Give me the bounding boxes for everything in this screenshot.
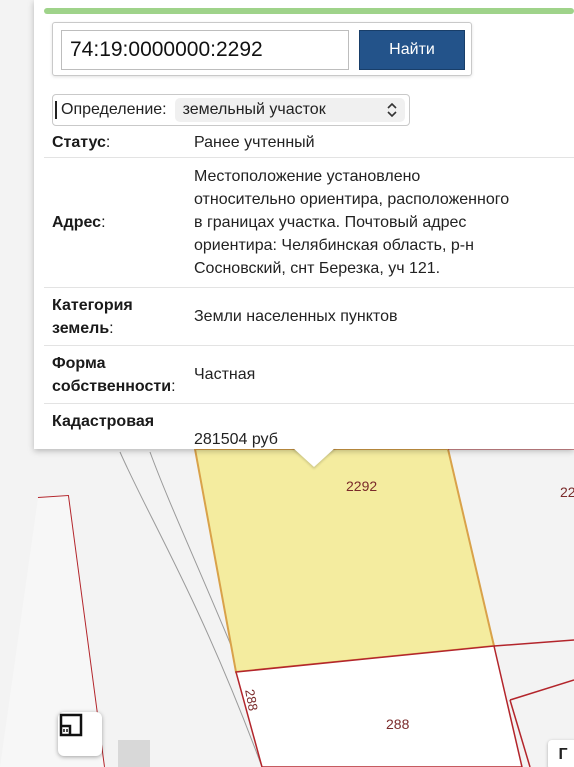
cadastral-number-input[interactable] [61, 30, 349, 70]
category-value: Земли населенных пунктов [194, 308, 398, 325]
definition-row: Определение: земельный участок [52, 94, 410, 126]
address-line: в границах участка. Почтовый адрес [194, 214, 467, 231]
definition-selected-value: земельный участок [182, 101, 326, 118]
address-key: Адрес [52, 214, 102, 231]
parcel-info-popup: Найти Определение: земельный участок Ста… [34, 0, 574, 449]
ownership-key-line1: Форма [52, 354, 106, 372]
parcel-2292 [193, 448, 496, 674]
info-row-cadastral-value: Кадастровая 281504 руб [44, 404, 574, 449]
corner-tool-button[interactable]: Г [548, 740, 574, 767]
measure-tool-button[interactable] [58, 712, 102, 756]
neighbor-parcel-label: 22 [560, 484, 574, 500]
address-line: Местоположение установлено [194, 168, 421, 185]
info-row-status: Статус: Ранее учтенный [44, 128, 574, 158]
find-button[interactable]: Найти [359, 30, 465, 70]
popup-pointer [292, 447, 336, 467]
info-row-ownership: Форма собственности: Частная [44, 346, 574, 404]
top-accent-bar [44, 8, 574, 14]
lower-parcel-label: 288 [386, 716, 410, 732]
ownership-key-line2: собственности [52, 377, 172, 395]
category-key-line2: земель [52, 319, 110, 337]
parcel-number-label: 2292 [346, 478, 378, 494]
cadastral-key: Кадастровая [52, 413, 155, 430]
chevron-updown-icon [387, 103, 397, 117]
search-panel: Найти [52, 22, 472, 76]
info-row-address: Адрес: Местоположение установлено относи… [44, 158, 574, 288]
address-value: Местоположение установлено относительно … [194, 164, 574, 281]
address-line: относительно ориентира, расположенного [194, 191, 510, 208]
cadastral-value: 281504 руб [194, 431, 278, 448]
address-line: Сосновский, снт Березка, уч 121. [194, 260, 441, 277]
info-row-category: Категория земель: Земли населенных пункт… [44, 288, 574, 346]
category-key-line1: Категория [52, 296, 133, 314]
parcel-info-table: Статус: Ранее учтенный Адрес: Местополож… [44, 128, 574, 449]
address-line: ориентира: Челябинская область, р-н [194, 237, 474, 254]
ownership-value: Частная [194, 366, 256, 383]
status-key: Статус [52, 134, 106, 151]
definition-select[interactable]: земельный участок [174, 98, 405, 122]
definition-label: Определение: [55, 101, 175, 119]
status-value: Ранее учтенный [194, 134, 315, 151]
ruler-icon [59, 713, 83, 737]
map-control-placeholder [118, 740, 150, 767]
